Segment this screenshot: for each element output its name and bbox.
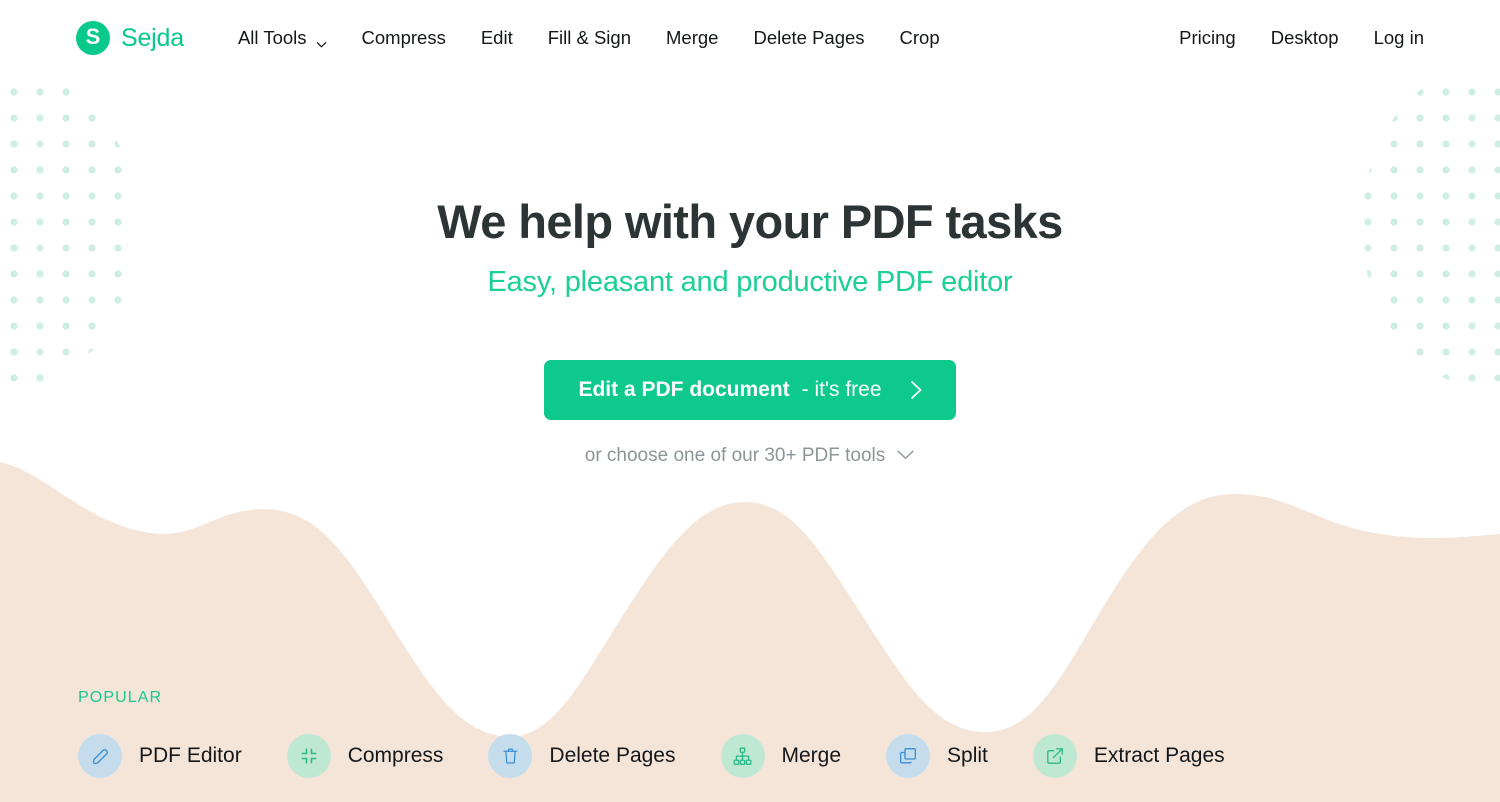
brand-logo-link[interactable]: S Sejda (76, 21, 184, 55)
compress-icon (286, 734, 331, 778)
tool-label: Compress (347, 744, 444, 767)
nav-item-label: Fill & Sign (547, 27, 631, 48)
nav-item-merge[interactable]: Merge (666, 27, 718, 49)
choose-tools-label: or choose one of our 30+ PDF tools (584, 444, 886, 466)
tool-split[interactable]: Split (886, 734, 988, 778)
nav-item-log-in[interactable]: Log in (1374, 27, 1424, 49)
chevron-down-icon (316, 33, 327, 47)
nav-item-desktop[interactable]: Desktop (1271, 27, 1339, 49)
chevron-right-icon (908, 379, 925, 401)
nav-item-label: Desktop (1270, 27, 1339, 48)
tool-label: Split (947, 744, 988, 767)
nav-item-label: Edit (480, 27, 513, 48)
trash-icon (488, 734, 533, 778)
cta-primary-label: Edit a PDF document (578, 378, 790, 402)
popular-section-label: POPULAR (78, 689, 163, 706)
layers-icon (886, 734, 931, 778)
choose-tools-link[interactable]: or choose one of our 30+ PDF tools (585, 445, 915, 467)
page-subtitle: Easy, pleasant and productive PDF editor (487, 265, 1013, 298)
sitemap-icon (720, 734, 765, 778)
nav-item-label: Crop (899, 27, 940, 48)
nav-item-edit[interactable]: Edit (481, 27, 513, 49)
chevron-down-icon (896, 445, 915, 467)
nav-item-delete-pages[interactable]: Delete Pages (753, 27, 864, 49)
secondary-nav-links: Pricing Desktop Log in (1179, 27, 1424, 49)
nav-item-all-tools[interactable]: All Tools (238, 27, 327, 49)
tool-label: PDF Editor (139, 744, 242, 767)
nav-item-compress[interactable]: Compress (362, 27, 446, 49)
nav-item-label: Pricing (1179, 27, 1236, 48)
tool-label: Extract Pages (1093, 744, 1225, 767)
nav-item-label: Merge (666, 27, 719, 48)
tool-pdf-editor[interactable]: PDF Editor (78, 734, 242, 778)
tool-extract-pages[interactable]: Extract Pages (1032, 734, 1225, 778)
hero-section: We help with your PDF tasks Easy, pleasa… (0, 76, 1500, 467)
page-title: We help with your PDF tasks (437, 195, 1063, 248)
nav-item-label: Compress (361, 27, 446, 48)
nav-item-fill-and-sign[interactable]: Fill & Sign (548, 27, 631, 49)
tool-label: Merge (781, 744, 842, 767)
nav-item-crop[interactable]: Crop (900, 27, 940, 49)
tool-merge[interactable]: Merge (720, 734, 842, 778)
nav-item-label: All Tools (237, 27, 307, 48)
popular-tools-section: POPULAR PDF Editor Compress Delete Pages… (0, 689, 1500, 802)
edit-pdf-cta-button[interactable]: Edit a PDF document - it's free (544, 359, 956, 420)
tool-delete-pages[interactable]: Delete Pages (488, 734, 676, 778)
cta-secondary-label: - it's free (801, 378, 882, 402)
cta-container: Edit a PDF document - it's free (0, 359, 1500, 420)
primary-nav-links: All Tools Compress Edit Fill & Sign Merg… (238, 27, 940, 49)
tool-compress[interactable]: Compress (286, 734, 444, 778)
external-link-icon (1032, 734, 1077, 778)
pencil-icon (78, 734, 122, 778)
tool-label: Delete Pages (549, 744, 676, 767)
nav-item-label: Delete Pages (753, 27, 865, 48)
brand-name: Sejda (121, 23, 184, 52)
sejda-logo-icon: S (76, 21, 110, 55)
popular-tools-row: PDF Editor Compress Delete Pages Merge S… (78, 734, 1422, 778)
top-navigation-bar: S Sejda All Tools Compress Edit Fill & S… (0, 0, 1500, 76)
nav-item-label: Log in (1373, 27, 1424, 48)
nav-item-pricing[interactable]: Pricing (1179, 27, 1236, 49)
